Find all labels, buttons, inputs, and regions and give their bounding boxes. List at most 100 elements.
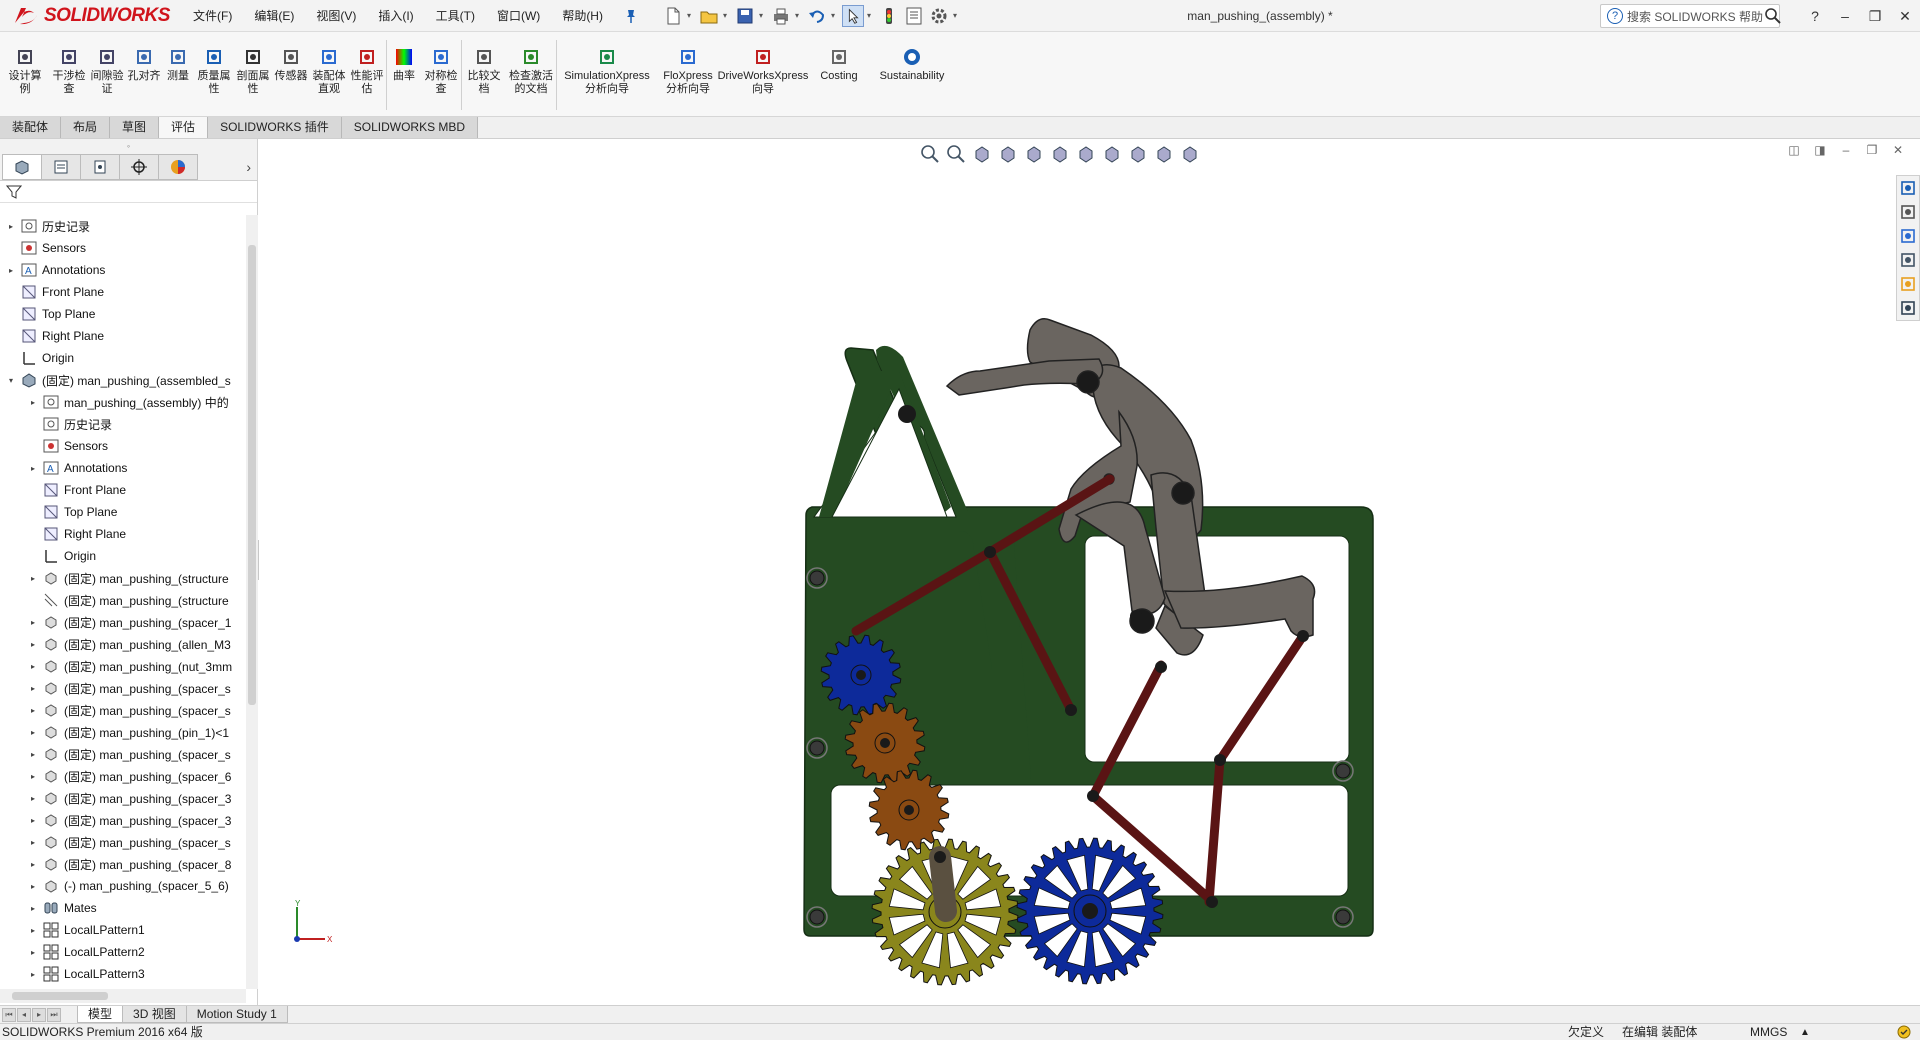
expand-toggle-icon[interactable]: ▸ [6, 222, 16, 231]
tree-item[interactable]: ▸ (固定) man_pushing_(spacer_8 [0, 853, 246, 875]
tree-item[interactable]: Top Plane [0, 501, 246, 523]
tree-item[interactable]: Right Plane [0, 523, 246, 545]
menu-window[interactable]: 窗口(W) [486, 0, 551, 32]
new-file-icon[interactable] [662, 5, 684, 27]
tree-vertical-scrollbar[interactable] [246, 215, 258, 989]
help-search-input[interactable]: ? 搜索 SOLIDWORKS 帮助 [1600, 4, 1780, 28]
scrollbar-thumb[interactable] [248, 245, 256, 705]
floxpress-button[interactable]: FloXpress 分析向导 [657, 32, 719, 117]
menu-insert[interactable]: 插入(I) [367, 0, 424, 32]
measure-button[interactable]: 测量 [162, 32, 194, 117]
tree-item[interactable]: Top Plane [0, 303, 246, 325]
chevron-down-icon[interactable]: ▾ [867, 11, 875, 20]
expand-toggle-icon[interactable]: ▸ [28, 640, 38, 649]
expand-toggle-icon[interactable]: ▸ [28, 816, 38, 825]
save-icon[interactable] [734, 5, 756, 27]
prev-tab-icon[interactable]: ◂ [17, 1007, 31, 1022]
chevron-right-icon[interactable]: › [246, 159, 251, 175]
display-manager-icon[interactable] [158, 153, 198, 180]
tree-item[interactable]: ▸ (固定) man_pushing_(spacer_s [0, 831, 246, 853]
expand-toggle-icon[interactable]: ▸ [28, 882, 38, 891]
configurationmanager-icon[interactable] [80, 153, 120, 180]
expand-toggle-icon[interactable]: ▸ [28, 618, 38, 627]
next-tab-icon[interactable]: ▸ [32, 1007, 46, 1022]
menu-help[interactable]: 帮助(H) [551, 0, 614, 32]
tree-item[interactable]: ▸ (固定) man_pushing_(spacer_3 [0, 787, 246, 809]
filter-icon[interactable] [6, 184, 22, 200]
tree-item[interactable]: ▸ (固定) man_pushing_(spacer_3 [0, 809, 246, 831]
menu-view[interactable]: 视图(V) [305, 0, 367, 32]
chevron-down-icon[interactable]: ▾ [687, 11, 695, 20]
tree-item[interactable]: ▸ (固定) man_pushing_(pin_1)<1 [0, 721, 246, 743]
tree-item[interactable]: ▸ (固定) man_pushing_(spacer_6 [0, 765, 246, 787]
expand-toggle-icon[interactable]: ▸ [28, 838, 38, 847]
tab-model[interactable]: 模型 [77, 1006, 124, 1023]
mass-props-button[interactable]: 质量属 性 [194, 32, 234, 117]
tree-item[interactable]: ▸ (固定) man_pushing_(spacer_s [0, 743, 246, 765]
undo-icon[interactable] [806, 5, 828, 27]
expand-toggle-icon[interactable]: ▸ [28, 684, 38, 693]
first-tab-icon[interactable]: ⏮ [2, 1007, 16, 1022]
tree-item[interactable]: ▸ (-) man_pushing_(spacer_5_6) [0, 875, 246, 897]
chevron-down-icon[interactable]: ▾ [723, 11, 731, 20]
dimxpert-icon[interactable] [119, 153, 159, 180]
tab-motion-study[interactable]: Motion Study 1 [185, 1006, 288, 1023]
chevron-down-icon[interactable]: ▾ [795, 11, 803, 20]
tree-item[interactable]: ▸ man_pushing_(assembly) 中的 [0, 391, 246, 413]
tree-item[interactable]: ▸ (固定) man_pushing_(allen_M3 [0, 633, 246, 655]
minimize-button[interactable]: – [1830, 8, 1860, 24]
sustainability-button[interactable]: Sustainability [871, 32, 953, 117]
symmetry-button[interactable]: 对称检 查 [421, 32, 461, 117]
tree-horizontal-scrollbar[interactable] [0, 989, 246, 1003]
expand-toggle-icon[interactable]: ▸ [28, 904, 38, 913]
expand-toggle-icon[interactable]: ▸ [28, 772, 38, 781]
tab-3d-views[interactable]: 3D 视图 [122, 1006, 187, 1023]
menu-file[interactable]: 文件(F) [182, 0, 243, 32]
tree-item[interactable]: ▸ A Annotations [0, 259, 246, 281]
tree-item[interactable]: ▸ Mates [0, 897, 246, 919]
expand-toggle-icon[interactable]: ▸ [28, 574, 38, 583]
performance-button[interactable]: 性能评 估 [348, 32, 386, 117]
tree-item[interactable]: ▸ (固定) man_pushing_(spacer_1 [0, 611, 246, 633]
assembly-visual-button[interactable]: 装配体 直观 [310, 32, 348, 117]
chevron-down-icon[interactable]: ▾ [953, 11, 961, 20]
interference-button[interactable]: 干涉检 查 [50, 32, 88, 117]
search-icon[interactable] [1764, 7, 1782, 25]
tree-item[interactable]: Sensors [0, 237, 246, 259]
tree-item[interactable]: ▾ (固定) man_pushing_(assembled_s [0, 369, 246, 391]
tree-item[interactable]: Front Plane [0, 479, 246, 501]
expand-toggle-icon[interactable]: ▸ [28, 706, 38, 715]
close-button[interactable]: ✕ [1890, 8, 1920, 25]
hole-align-button[interactable]: 孔对齐 [126, 32, 162, 117]
panel-grip[interactable]: ◦ [0, 139, 257, 153]
tree-item[interactable]: Origin [0, 347, 246, 369]
chevron-down-icon[interactable]: ▾ [831, 11, 839, 20]
featuremanager-icon[interactable] [2, 153, 42, 180]
tree-item[interactable]: ▸ A Annotations [0, 457, 246, 479]
command-tab[interactable]: 草图 [110, 117, 160, 138]
sensor-button[interactable]: 传感器 [272, 32, 310, 117]
tree-item[interactable]: (固定) man_pushing_(structure [0, 589, 246, 611]
chevron-down-icon[interactable]: ▾ [759, 11, 767, 20]
expand-toggle-icon[interactable]: ▸ [28, 464, 38, 473]
expand-toggle-icon[interactable]: ▸ [28, 728, 38, 737]
unit-system-arrow[interactable]: ▲ [1800, 1024, 1810, 1040]
expand-toggle-icon[interactable]: ▾ [6, 376, 16, 385]
tree-item[interactable]: Front Plane [0, 281, 246, 303]
assembly-model[interactable] [259, 139, 1920, 1005]
tree-item[interactable]: ▸ (固定) man_pushing_(spacer_s [0, 677, 246, 699]
print-icon[interactable] [770, 5, 792, 27]
expand-toggle-icon[interactable]: ▸ [6, 266, 16, 275]
section-props-button[interactable]: 剖面属 性 [234, 32, 272, 117]
expand-toggle-icon[interactable]: ▸ [28, 794, 38, 803]
expand-toggle-icon[interactable]: ▸ [28, 970, 38, 979]
pin-menu-icon[interactable] [622, 7, 640, 25]
options-icon[interactable] [928, 5, 950, 27]
rebuild-status-icon[interactable] [1896, 1025, 1912, 1039]
expand-toggle-icon[interactable]: ▸ [28, 398, 38, 407]
tree-item[interactable]: Sensors [0, 435, 246, 457]
menu-edit[interactable]: 编辑(E) [243, 0, 305, 32]
tree-item[interactable]: ▸ 历史记录 [0, 215, 246, 237]
expand-toggle-icon[interactable]: ▸ [28, 926, 38, 935]
propertymanager-icon[interactable] [41, 153, 81, 180]
